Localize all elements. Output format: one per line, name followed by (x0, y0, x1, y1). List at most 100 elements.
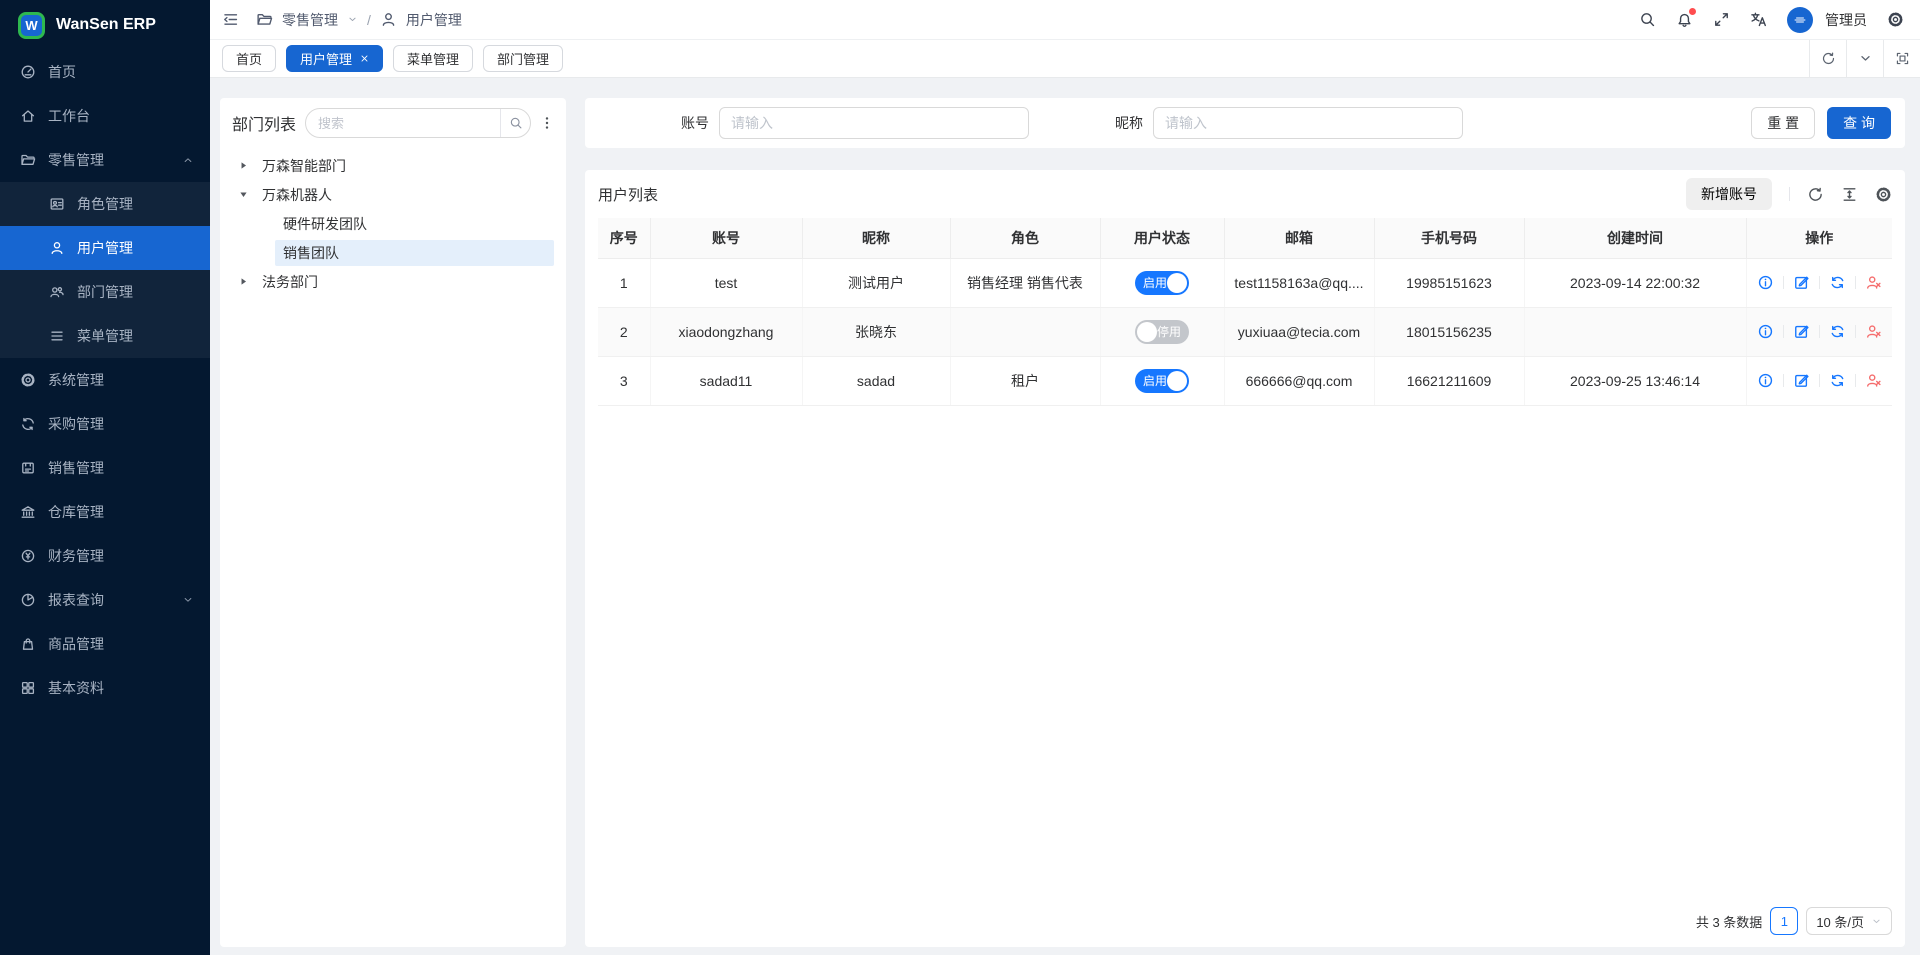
sidebar-item-finance[interactable]: 财务管理 (0, 534, 210, 578)
menu-list-icon (49, 328, 65, 344)
sidebar-item-basic-data[interactable]: 基本资料 (0, 666, 210, 710)
menu-fold-icon[interactable] (222, 11, 239, 28)
department-more-button[interactable] (540, 116, 554, 130)
refresh-icon[interactable] (1807, 186, 1824, 203)
col-nickname: 昵称 (802, 218, 950, 258)
user-icon (380, 11, 397, 28)
tree-node-hardware-team[interactable]: 硬件研发团队 (232, 209, 554, 238)
tree-node-sales-team[interactable]: 销售团队 (232, 238, 554, 267)
sidebar-item-users[interactable]: 用户管理 (0, 226, 210, 270)
top-header: 零售管理 / 用户管理 管理员 (210, 0, 1920, 40)
edit-icon[interactable] (1793, 274, 1810, 291)
avatar-graphic (1792, 12, 1808, 28)
main-area: 零售管理 / 用户管理 管理员 首页 用户管理 (210, 0, 1920, 955)
caret-right-icon[interactable] (232, 277, 254, 286)
sidebar-menu: 首页 工作台 零售管理 角色管理 用户管理 部门管理 (0, 50, 210, 710)
status-toggle[interactable]: 停用 (1135, 320, 1189, 344)
shopping-bag-icon (20, 636, 36, 652)
page-number-button[interactable]: 1 (1770, 907, 1798, 935)
department-search-button[interactable] (500, 109, 530, 137)
reset-password-icon[interactable] (1829, 274, 1846, 291)
gear-icon[interactable] (1887, 11, 1904, 28)
folder-icon (256, 11, 273, 28)
tree-node-legal-dept[interactable]: 法务部门 (232, 267, 554, 296)
sidebar-item-warehouse[interactable]: 仓库管理 (0, 490, 210, 534)
tab-user-management[interactable]: 用户管理 (286, 45, 383, 72)
sidebar-item-purchasing[interactable]: 采购管理 (0, 402, 210, 446)
chevron-down-icon[interactable] (347, 14, 358, 25)
account-filter: 账号 (681, 107, 1029, 139)
tab-department-management[interactable]: 部门管理 (483, 45, 563, 72)
remove-user-icon[interactable] (1865, 274, 1882, 291)
user-list-header: 用户列表 新增账号 (598, 170, 1892, 218)
avatar[interactable] (1787, 7, 1813, 33)
caret-down-icon[interactable] (232, 190, 254, 199)
translate-icon[interactable] (1750, 11, 1767, 28)
fullscreen-icon[interactable] (1713, 11, 1730, 28)
sidebar-item-system[interactable]: 系统管理 (0, 358, 210, 402)
reset-button[interactable]: 重 置 (1751, 107, 1815, 139)
tab-home[interactable]: 首页 (222, 45, 276, 72)
workbench-icon (20, 108, 36, 124)
user-name[interactable]: 管理员 (1825, 10, 1867, 30)
table-row: 3 sadad11 sadad 租户 启用 666666@qq.com (598, 356, 1892, 405)
maximize-button[interactable] (1883, 40, 1920, 77)
tree-node-wansen-smart[interactable]: 万森智能部门 (232, 151, 554, 180)
department-panel-header: 部门列表 (232, 108, 554, 138)
refresh-tab-button[interactable] (1809, 40, 1846, 77)
sidebar-item-workbench[interactable]: 工作台 (0, 94, 210, 138)
toolbar-divider (1789, 187, 1790, 201)
sidebar-item-menus[interactable]: 菜单管理 (0, 314, 210, 358)
table-row: 2 xiaodongzhang 张晓东 停用 yuxiuaa@tecia.com (598, 307, 1892, 356)
tree-node-wansen-robot[interactable]: 万森机器人 (232, 180, 554, 209)
department-panel: 部门列表 万森智能部门 万森机器人 (220, 98, 566, 947)
col-status: 用户状态 (1100, 218, 1224, 258)
search-icon (509, 116, 523, 130)
column-height-icon[interactable] (1841, 186, 1858, 203)
sidebar-item-sales[interactable]: 销售管理 (0, 446, 210, 490)
caret-right-icon[interactable] (232, 161, 254, 170)
user-table: 序号 账号 昵称 角色 用户状态 邮箱 手机号码 创建时间 操作 (598, 218, 1892, 406)
page-size-select[interactable]: 10 条/页 (1806, 907, 1892, 935)
close-icon[interactable] (360, 54, 369, 63)
col-operations: 操作 (1746, 218, 1892, 258)
query-button[interactable]: 查 询 (1827, 107, 1891, 139)
table-header-row: 序号 账号 昵称 角色 用户状态 邮箱 手机号码 创建时间 操作 (598, 218, 1892, 258)
dashboard-icon (20, 64, 36, 80)
sidebar-item-reports[interactable]: 报表查询 (0, 578, 210, 622)
gear-icon[interactable] (1875, 186, 1892, 203)
department-search-input[interactable] (306, 116, 500, 131)
sidebar-item-goods[interactable]: 商品管理 (0, 622, 210, 666)
info-icon[interactable] (1757, 274, 1774, 291)
tab-menu-management[interactable]: 菜单管理 (393, 45, 473, 72)
reset-password-icon[interactable] (1829, 372, 1846, 389)
tab-options-button[interactable] (1846, 40, 1883, 77)
sidebar-item-home[interactable]: 首页 (0, 50, 210, 94)
search-icon[interactable] (1639, 11, 1656, 28)
status-toggle[interactable]: 启用 (1135, 369, 1189, 393)
notifications-button[interactable] (1676, 11, 1693, 28)
account-label: 账号 (681, 113, 709, 133)
breadcrumb: 零售管理 / 用户管理 (222, 10, 462, 30)
edit-icon[interactable] (1793, 323, 1810, 340)
retail-submenu: 角色管理 用户管理 部门管理 菜单管理 (0, 182, 210, 358)
pie-chart-icon (20, 592, 36, 608)
notification-badge (1689, 8, 1696, 15)
account-input[interactable] (719, 107, 1029, 139)
info-icon[interactable] (1757, 372, 1774, 389)
sidebar-item-roles[interactable]: 角色管理 (0, 182, 210, 226)
info-icon[interactable] (1757, 323, 1774, 340)
status-toggle[interactable]: 启用 (1135, 271, 1189, 295)
breadcrumb-parent[interactable]: 零售管理 (282, 10, 338, 30)
sidebar-item-retail[interactable]: 零售管理 (0, 138, 210, 182)
edit-icon[interactable] (1793, 372, 1810, 389)
app-logo: W WanSen ERP (0, 0, 210, 50)
remove-user-icon[interactable] (1865, 372, 1882, 389)
add-account-button[interactable]: 新增账号 (1686, 178, 1772, 210)
reset-password-icon[interactable] (1829, 323, 1846, 340)
sidebar-item-departments[interactable]: 部门管理 (0, 270, 210, 314)
remove-user-icon[interactable] (1865, 323, 1882, 340)
finance-icon (20, 548, 36, 564)
nickname-input[interactable] (1153, 107, 1463, 139)
maximize-icon (1895, 51, 1910, 66)
